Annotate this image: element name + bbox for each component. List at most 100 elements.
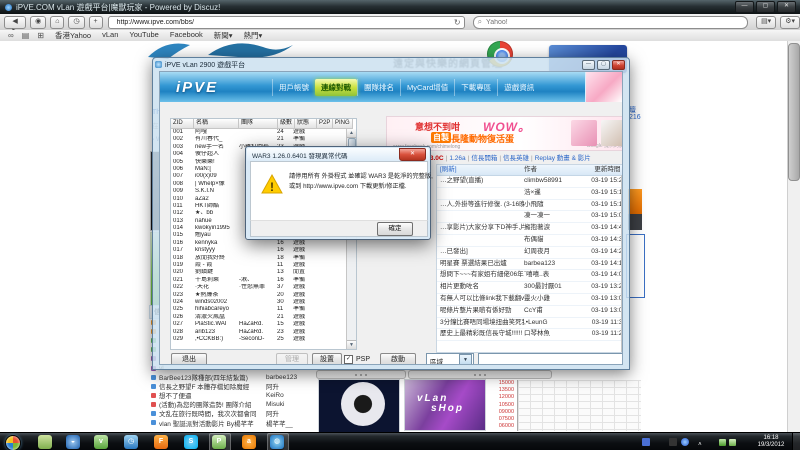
col-team[interactable]: 團隊 (239, 119, 278, 129)
player-row[interactable]: 021 千島莉乘 -湫、 16 準備 (171, 277, 356, 284)
settings-button[interactable]: 設置 (312, 353, 342, 364)
link-item[interactable]: Replay 動畫 & 影片 (535, 155, 591, 162)
avast-icon[interactable]: a (242, 435, 256, 449)
app-tab[interactable]: 遊戲資訊 (497, 78, 540, 96)
launch-button[interactable]: 啟動 (380, 353, 416, 364)
safari-icon[interactable]: ◒ (66, 435, 80, 449)
right-link-fragment2[interactable]: 216 (629, 114, 641, 121)
bookmarks-book-icon[interactable]: ▤ (22, 31, 30, 40)
forum-title[interactable]: …享影片)大家分享下D神手,片04 (437, 223, 524, 234)
dialog-close-button[interactable]: ✕ (399, 148, 426, 161)
search-input[interactable] (484, 17, 744, 27)
forum-title[interactable] (437, 188, 524, 199)
tray-icon-green1[interactable] (719, 439, 727, 446)
forum-row[interactable]: 浩×暹 03-19 15:16 (437, 188, 622, 200)
forum-title[interactable]: …人,外掛等進行修復. (3-16晚 (437, 200, 524, 211)
player-row[interactable]: 018 放閒我好終 18 準備 (171, 255, 356, 262)
app-tab[interactable]: MyCard增值 (400, 78, 454, 96)
tray-icon-blue[interactable] (642, 438, 650, 446)
forum-row[interactable]: …人,外掛等進行修復. (3-16晚 小飛隨 03-19 15:10 (437, 200, 622, 212)
show-desktop-button[interactable] (792, 433, 800, 450)
player-row[interactable]: 017 kristyyy 16 遊戲 (171, 247, 356, 254)
search-field[interactable]: ⌕ (472, 15, 749, 29)
bookmark-item[interactable]: 香港Yahoo (55, 30, 91, 41)
col-p2p[interactable]: P2P (317, 119, 333, 129)
url-input[interactable] (114, 17, 454, 27)
vlan-shop-banner[interactable]: vLan sHop (404, 379, 486, 431)
app-close-button[interactable]: ✕ (612, 59, 625, 70)
ipve-app-icon[interactable]: P (212, 435, 226, 449)
reader-glasses-icon[interactable]: ∞ (8, 31, 14, 40)
app-titlebar[interactable]: iPVE vLan 2900 遊戲平台 — ▢ ✕ (153, 58, 629, 71)
new-tab-button[interactable]: + (88, 15, 103, 29)
link-item[interactable]: 信長英雄 (503, 155, 529, 162)
bookmark-item[interactable]: 熱門▾ (244, 30, 263, 41)
clock-app-icon[interactable]: ◷ (124, 435, 138, 449)
psp-checkbox[interactable]: ✓ (344, 355, 353, 364)
link-item[interactable]: 信長開箱 (471, 155, 497, 162)
forum-title[interactable]: 呢條片整片果啲有係好勁 (437, 306, 524, 317)
bookmark-item[interactable]: Facebook (170, 30, 203, 41)
start-button[interactable] (5, 435, 21, 450)
app-tab[interactable]: 下載專區 (454, 78, 497, 96)
users-app-icon[interactable] (38, 435, 52, 449)
forum-scroll-up-icon[interactable]: ▲ (622, 175, 623, 184)
psp-checkbox-group[interactable]: ✓ PSP (344, 355, 370, 364)
chat-input[interactable] (478, 353, 622, 364)
player-row[interactable]: 028 arib123 HaZaRd. 23 遊戲 (171, 329, 356, 336)
back-forward-buttons[interactable]: ◀ ▶ (4, 15, 27, 35)
tray-icon-globe[interactable] (680, 438, 689, 446)
player-row[interactable]: 022 ·天花 ·性慾無罪 37 遊戲 (171, 284, 356, 291)
player-row[interactable]: 019 霞 - 霞 11 遊戲 (171, 262, 356, 269)
forum-title[interactable] (437, 211, 524, 222)
forum-row[interactable]: 有無人可以比條link我下載翻war3..我先左撇=[ 靈火小雞 03-19 1… (437, 294, 622, 306)
player-row[interactable]: 025 hihiabcareyo 11 準備 (171, 306, 356, 313)
player-row[interactable]: 027 PlaStic.WAI HaZaRd. 15 遊戲 (171, 321, 356, 328)
app-maximize-button[interactable]: ▢ (597, 59, 610, 70)
carousel-tabs-left[interactable] (316, 370, 406, 379)
player-row[interactable]: 023 ★熱廉茶 20 遊戲 (171, 292, 356, 299)
forum-row[interactable]: 布偶貓 03-19 14:32 (437, 235, 622, 247)
foxy-icon[interactable]: F (154, 435, 168, 449)
forum-row[interactable]: 想問下~~~有家姐冇細佬06年玩到而家玩家??知既話+ ˋ嘻嘻..表 03-19… (437, 270, 622, 283)
forum-title[interactable]: …之野望(直播) (437, 176, 524, 187)
history-button[interactable]: ◷ (68, 15, 85, 29)
player-row[interactable]: 024 winds02002 30 遊戲 (171, 299, 356, 306)
tray-icon-dark[interactable] (669, 438, 678, 446)
globe-app-icon[interactable]: ◍ (270, 435, 284, 449)
forum-row[interactable]: 3分鐘比賽唔同場境扭曲笑死我戲屁笑w0w ,•LeunG 03-19 11:33 (437, 318, 622, 330)
back-icon[interactable]: ◀ (12, 18, 17, 25)
forum-scrollbar[interactable]: ▲ (621, 175, 623, 352)
topsites-grid-icon[interactable]: ⊞ (37, 31, 44, 40)
forum-title[interactable]: 3分鐘比賽唔同場境扭曲笑死我戲屁笑w0w (437, 318, 524, 329)
page-menu-button[interactable]: ▤▾ (756, 15, 777, 29)
forum-title[interactable]: 明星賽 票選結果已出爐 (437, 259, 524, 270)
skype-icon[interactable]: S (184, 435, 198, 449)
ok-button[interactable]: 確定 (377, 222, 413, 236)
bookmark-item[interactable]: vLan (102, 30, 118, 41)
col-level[interactable]: 級數 (278, 119, 295, 129)
home-button[interactable]: ⌂ (50, 15, 65, 29)
player-row[interactable]: 020 劉鎮鍵 13 閒置 (171, 269, 356, 276)
forum-row[interactable]: 相片更動咗名 300最討厭01 03-19 13:24 (437, 282, 622, 294)
refresh-icon[interactable]: ↻ (454, 18, 461, 27)
col-zid[interactable]: ZID (171, 119, 194, 129)
app-tab[interactable]: 團隊排名 (357, 78, 400, 96)
link-item[interactable]: 1.26a (449, 155, 465, 162)
app-tab[interactable]: 連線對戰 (315, 78, 357, 96)
refresh-link[interactable]: [刷新] (437, 165, 524, 175)
player-row[interactable]: 001 阿嘎 24 遊戲 (171, 129, 356, 136)
col-name[interactable]: 名稱 (194, 119, 239, 129)
bookmark-item[interactable]: 新聞▾ (214, 30, 233, 41)
forum-title[interactable]: 歷史上最精彩既信長守城!!!!!! (437, 329, 524, 340)
browser-close-button[interactable]: ✕ (777, 1, 796, 13)
app-tab[interactable]: 用戶帳號 (272, 78, 315, 96)
forum-title[interactable]: 有無人可以比條link我下載翻war3..我先左撇=[ (437, 294, 524, 305)
forum-row[interactable]: 呢條片整片果啲有係好勁 CcY甫 03-19 13:02 (437, 306, 622, 318)
forum-col-author[interactable]: 作者 (524, 165, 586, 175)
forum-title[interactable]: 相片更動咗名 (437, 282, 524, 293)
bookmark-button[interactable]: ◉ (30, 15, 47, 29)
forum-row[interactable]: …之野望(直播) climbw58991 03-19 15:21 (437, 176, 622, 188)
browser-scrollbar-thumb[interactable] (788, 43, 800, 181)
exit-button[interactable]: 退出 (171, 353, 207, 364)
